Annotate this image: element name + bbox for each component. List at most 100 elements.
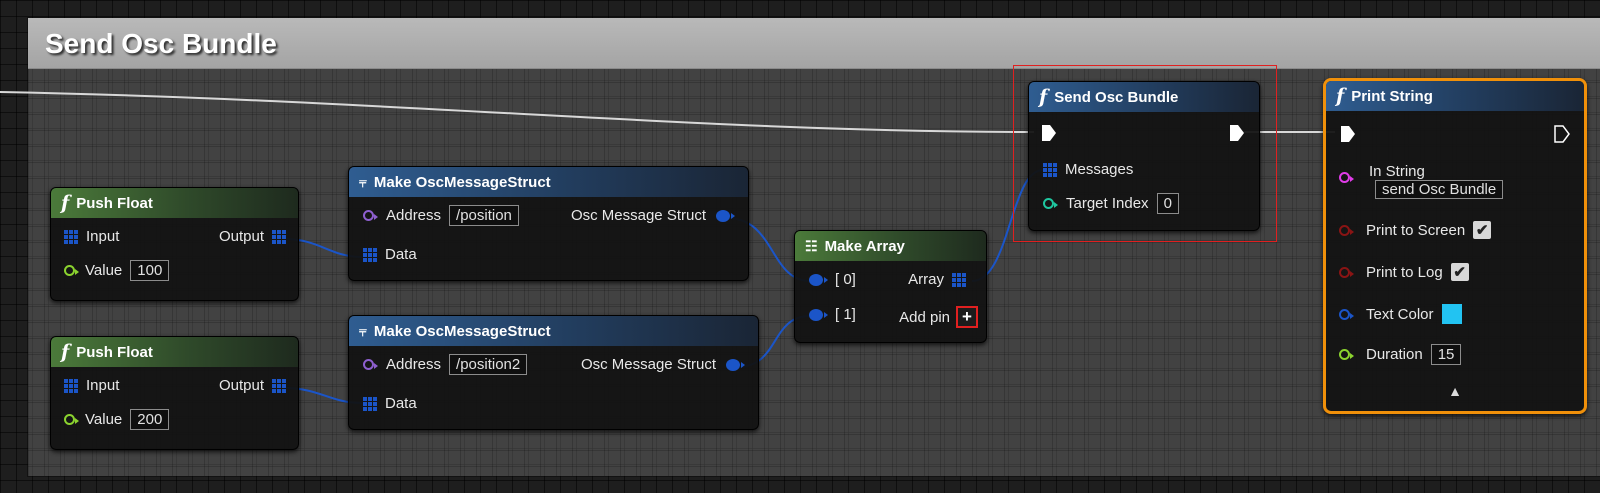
make-osc-message-struct-node-2[interactable]: ⫧ Make OscMessageStruct Address /positio… — [348, 315, 759, 430]
struct-pin-icon[interactable] — [809, 308, 828, 321]
duration-pin-row[interactable]: Duration 15 — [1339, 344, 1462, 365]
struct-output-pin-row[interactable]: Osc Message Struct — [570, 207, 735, 224]
pin-label: Duration — [1366, 346, 1423, 363]
pin-label: Array — [908, 271, 944, 288]
pin-label: Osc Message Struct — [570, 207, 706, 224]
pin-label: Output — [218, 228, 264, 245]
node-title: Push Float — [76, 343, 153, 361]
string-pin-icon[interactable] — [1339, 172, 1354, 183]
pin-label: Osc Message Struct — [580, 356, 716, 373]
make-array-node[interactable]: ☷ Make Array [ 0] Array [ 1] Add pin + — [794, 230, 987, 343]
array-pin-icon[interactable] — [363, 247, 377, 262]
pin-label: Value — [85, 262, 123, 279]
struct-pin-icon[interactable] — [809, 273, 828, 286]
pin-label: Address — [386, 207, 442, 224]
in-string-input[interactable]: send Osc Bundle — [1375, 180, 1504, 199]
pin-label: Data — [385, 395, 417, 412]
output-pin-row[interactable]: Output — [219, 228, 286, 245]
pin-label: Text Color — [1366, 305, 1434, 323]
pin-label: In String — [1369, 163, 1425, 180]
node-title: Push Float — [76, 194, 153, 212]
pin-label: Print to Log — [1366, 263, 1443, 281]
array-pin-icon[interactable] — [64, 378, 78, 393]
float-pin-icon[interactable] — [64, 414, 79, 425]
array-pin-icon[interactable] — [64, 229, 78, 244]
array-pin-icon[interactable] — [272, 378, 286, 393]
add-pin-label: Add pin — [899, 308, 950, 326]
print-to-screen-pin-row[interactable]: Print to Screen ✔ — [1339, 221, 1492, 239]
push-float-node-1[interactable]: f Push Float Input Output Value 100 — [50, 187, 299, 301]
node-header[interactable]: ⫧ Make OscMessageStruct — [349, 167, 748, 197]
function-icon: f — [61, 192, 70, 214]
function-icon: f — [1336, 85, 1345, 107]
struct-output-pin-row[interactable]: Osc Message Struct — [580, 356, 745, 373]
make-struct-icon: ⫧ — [359, 322, 367, 339]
pin-label: Input — [86, 377, 120, 394]
text-color-pin-row[interactable]: Text Color — [1339, 304, 1462, 324]
make-osc-message-struct-node-1[interactable]: ⫧ Make OscMessageStruct Address /positio… — [348, 166, 749, 281]
value-pin-row[interactable]: Value 200 — [64, 409, 170, 430]
array-element-1-pin-row[interactable]: [ 1] — [809, 306, 856, 323]
node-title: Print String — [1351, 87, 1433, 105]
bool-pin-icon[interactable] — [1339, 266, 1354, 278]
address-input[interactable]: /position — [449, 205, 519, 226]
node-header[interactable]: f Push Float — [51, 188, 298, 218]
exec-input-pin-icon[interactable] — [1340, 125, 1356, 143]
float-pin-icon[interactable] — [1339, 349, 1354, 360]
node-header[interactable]: ⫧ Make OscMessageStruct — [349, 316, 758, 346]
add-pin-button[interactable]: + — [956, 306, 978, 328]
selection-highlight — [1013, 65, 1277, 242]
make-struct-icon: ⫧ — [359, 173, 367, 190]
print-string-node[interactable]: f Print String In String send Osc Bundle… — [1323, 78, 1587, 414]
text-color-swatch[interactable] — [1441, 304, 1462, 324]
value-pin-row[interactable]: Value 100 — [64, 260, 170, 281]
struct-pin-icon[interactable] — [726, 358, 745, 371]
pin-label: Print to Screen — [1366, 221, 1466, 239]
array-pin-icon[interactable] — [272, 229, 286, 244]
output-pin-row[interactable]: Output — [219, 377, 286, 394]
address-pin-row[interactable]: Address /position — [363, 205, 519, 226]
node-header[interactable]: ☷ Make Array — [795, 231, 986, 261]
input-pin-row[interactable]: Input — [64, 228, 119, 245]
node-title: Make OscMessageStruct — [373, 322, 551, 340]
pin-label: [ 0] — [835, 271, 856, 288]
push-float-node-2[interactable]: f Push Float Input Output Value 200 — [50, 336, 299, 450]
blueprint-graph-canvas[interactable]: Send Osc Bundle f Push Float Input Outpu… — [0, 0, 1600, 493]
array-output-pin-row[interactable]: Array — [908, 271, 966, 288]
pin-label: Input — [86, 228, 120, 245]
array-pin-icon[interactable] — [363, 396, 377, 411]
data-pin-row[interactable]: Data — [363, 395, 417, 412]
add-pin-row[interactable]: Add pin + — [899, 306, 978, 328]
comment-title: Send Osc Bundle — [45, 28, 277, 59]
name-pin-icon[interactable] — [363, 359, 378, 370]
pin-label: Data — [385, 246, 417, 263]
array-pin-icon[interactable] — [952, 272, 966, 287]
address-pin-row[interactable]: Address /position2 — [363, 354, 528, 375]
name-pin-icon[interactable] — [363, 210, 378, 221]
input-pin-row[interactable]: Input — [64, 377, 119, 394]
node-header[interactable]: f Push Float — [51, 337, 298, 367]
float-pin-icon[interactable] — [64, 265, 79, 276]
pin-label: Address — [386, 356, 442, 373]
value-input[interactable]: 200 — [130, 409, 170, 430]
array-element-0-pin-row[interactable]: [ 0] — [809, 271, 856, 288]
bool-pin-icon[interactable] — [1339, 224, 1354, 236]
pin-label: Output — [218, 377, 264, 394]
address-input[interactable]: /position2 — [449, 354, 528, 375]
node-header[interactable]: f Print String — [1326, 81, 1584, 111]
duration-input[interactable]: 15 — [1430, 344, 1462, 365]
print-to-screen-checkbox[interactable]: ✔ — [1473, 221, 1492, 239]
make-array-icon: ☷ — [805, 237, 818, 254]
print-to-log-checkbox[interactable]: ✔ — [1450, 263, 1469, 281]
struct-pin-icon[interactable] — [716, 209, 735, 222]
advanced-expander-icon[interactable]: ▲ — [1326, 383, 1584, 399]
in-string-pin-row[interactable]: In String send Osc Bundle — [1339, 163, 1504, 199]
comment-header[interactable]: Send Osc Bundle — [28, 18, 1600, 69]
exec-output-pin-icon[interactable] — [1554, 125, 1570, 143]
color-pin-icon[interactable] — [1339, 308, 1354, 320]
value-input[interactable]: 100 — [130, 260, 170, 281]
print-to-log-pin-row[interactable]: Print to Log ✔ — [1339, 263, 1469, 281]
function-icon: f — [61, 341, 70, 363]
node-title: Make Array — [824, 237, 905, 255]
data-pin-row[interactable]: Data — [363, 246, 417, 263]
